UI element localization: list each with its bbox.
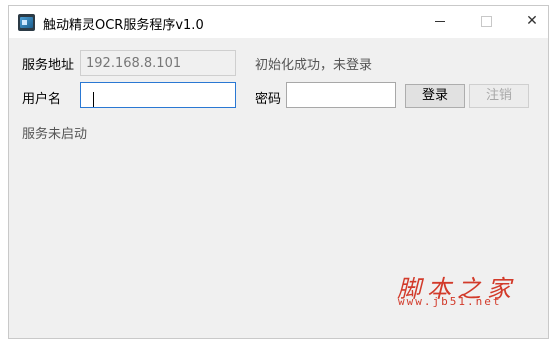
logout-button[interactable]: 注销 (469, 84, 529, 108)
password-field[interactable] (286, 82, 396, 108)
text-cursor (93, 92, 94, 107)
title-bar[interactable]: 触动精灵OCR服务程序v1.0 ✕ (9, 6, 548, 38)
password-label: 密码 (255, 92, 282, 107)
app-logo-icon (18, 14, 35, 31)
username-label: 用户名 (22, 92, 62, 107)
close-button[interactable]: ✕ (509, 6, 555, 38)
login-button[interactable]: 登录 (405, 84, 465, 108)
maximize-icon (480, 15, 492, 27)
close-icon: ✕ (526, 13, 538, 29)
init-status-text: 初始化成功，未登录 (255, 58, 373, 73)
maximize-button[interactable] (463, 6, 509, 38)
minimize-icon (435, 20, 445, 22)
service-status-text: 服务未启动 (22, 127, 88, 142)
window-title: 触动精灵OCR服务程序v1.0 (43, 18, 204, 33)
watermark-url: www.jb51.net (398, 295, 502, 308)
server-address-label: 服务地址 (22, 58, 75, 73)
minimize-button[interactable] (417, 6, 463, 38)
server-address-field[interactable] (80, 50, 236, 76)
username-field[interactable] (80, 82, 236, 108)
